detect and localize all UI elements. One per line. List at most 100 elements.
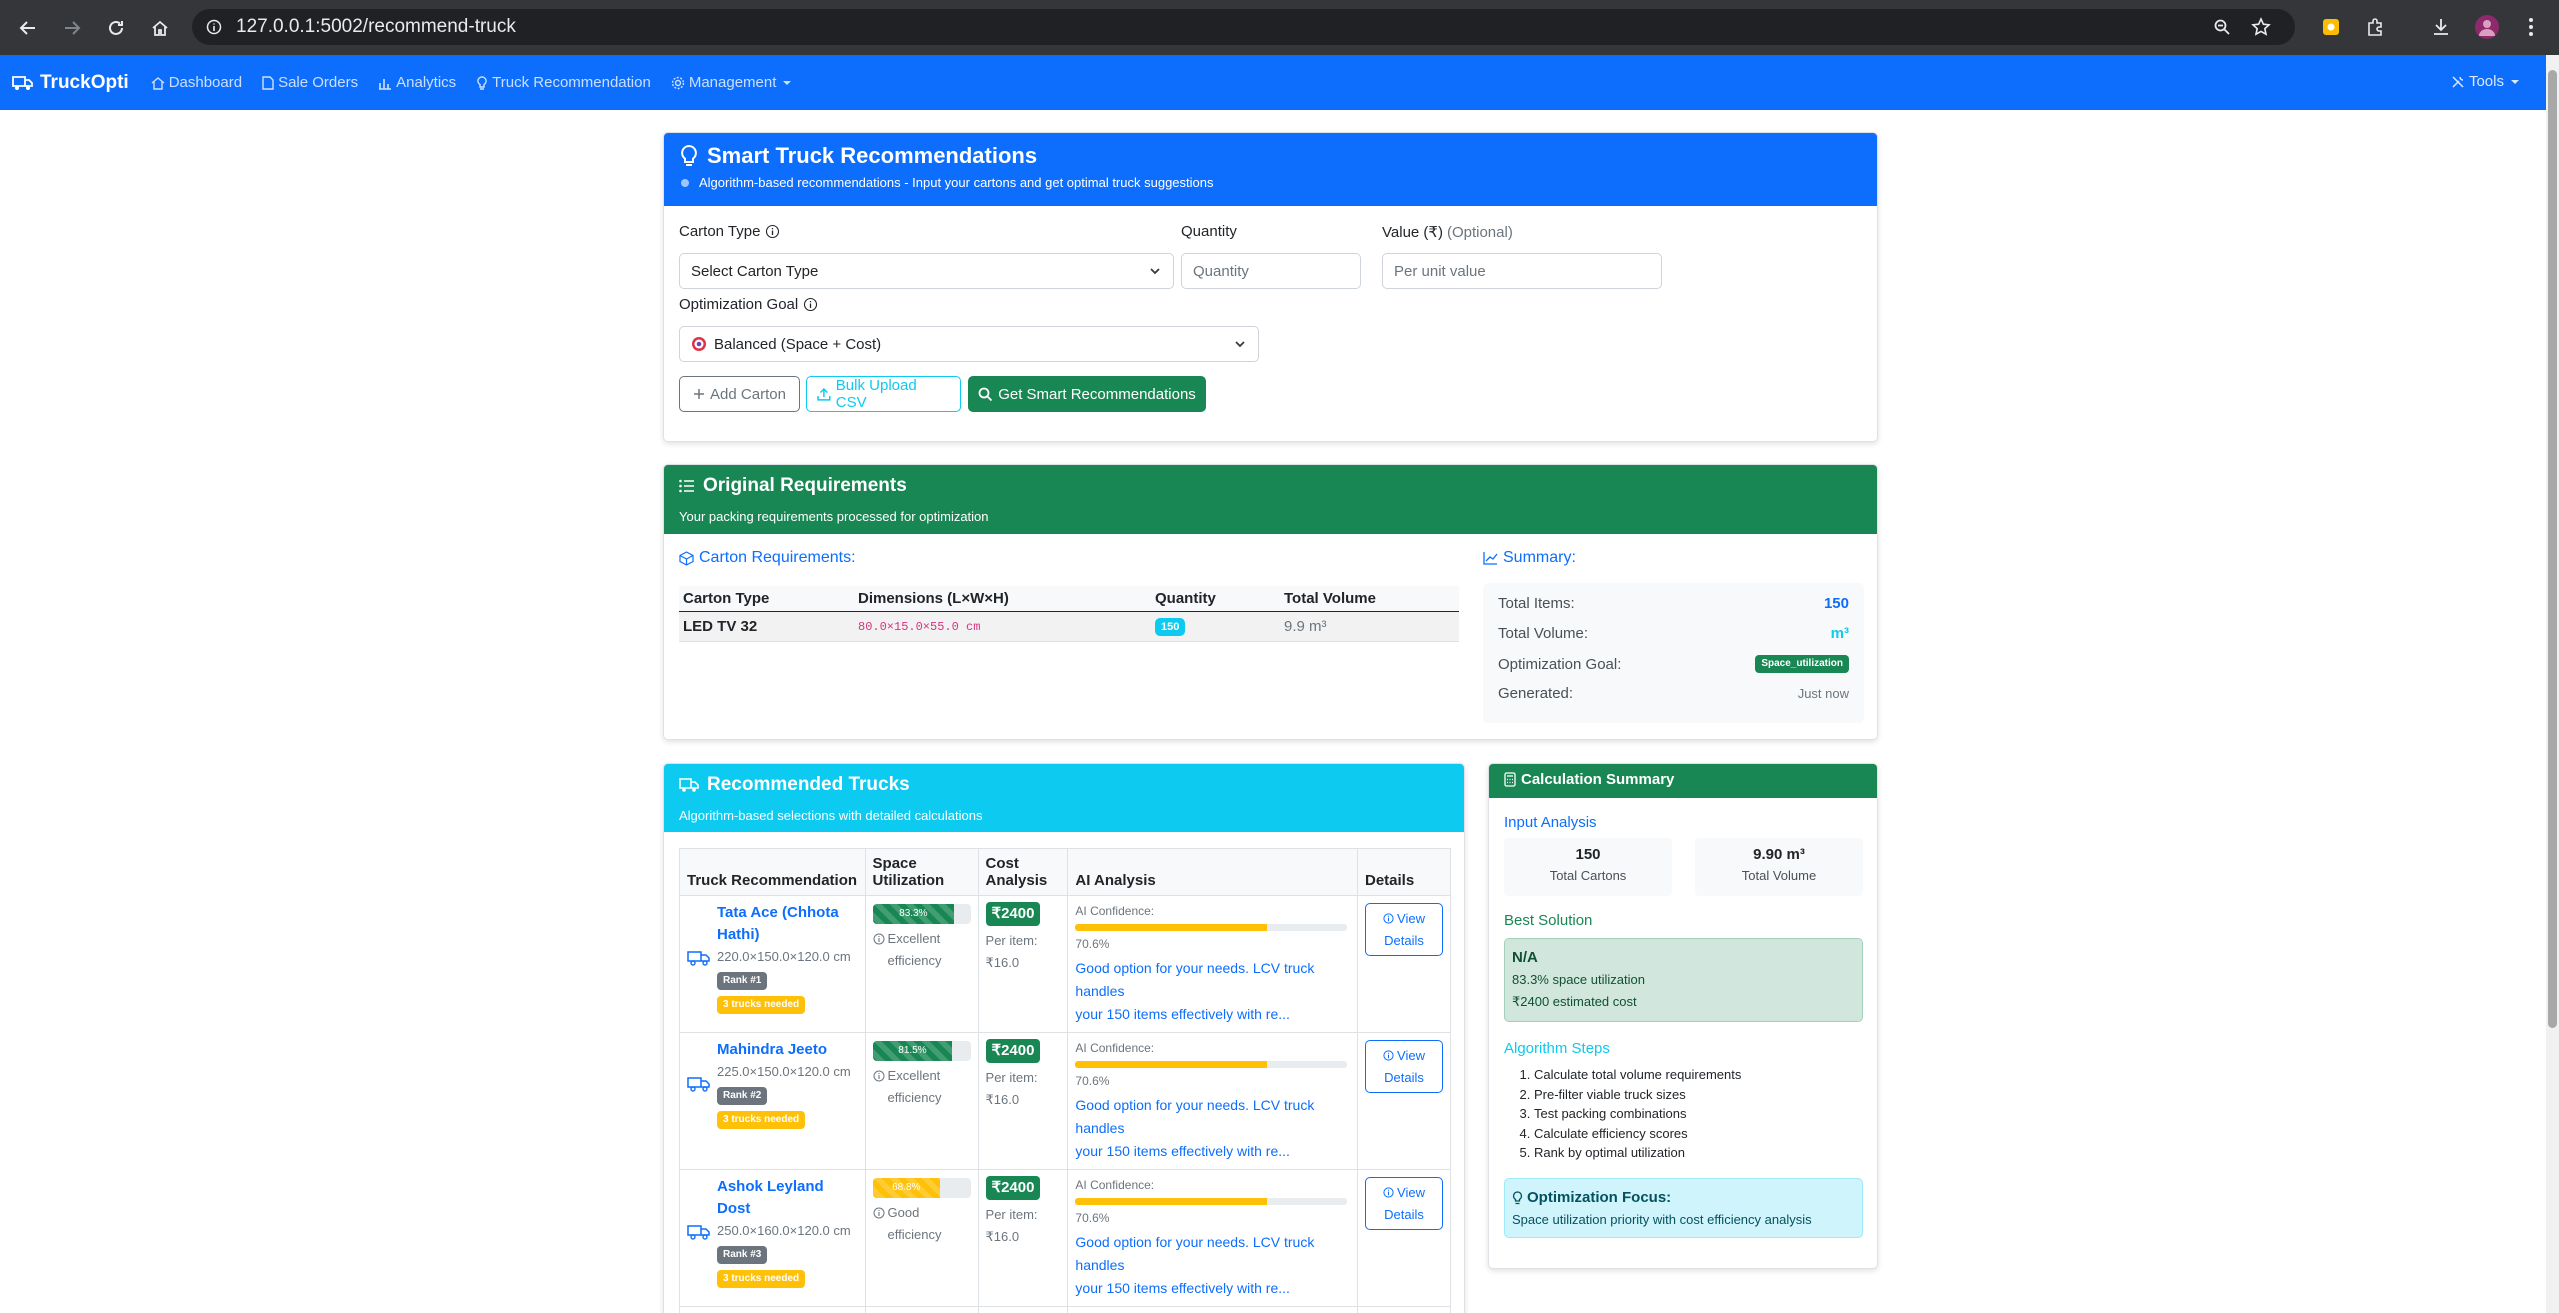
ai-confidence-value: 70.6% (1075, 937, 1110, 951)
truck-row: Mahindra Jeeto 225.0×150.0×120.0 cm Rank #… (679, 1032, 1451, 1170)
best-solution-alert: N/A 83.3% space utilization ₹2400 estima… (1504, 938, 1863, 1022)
calculation-summary-header: Calculation Summary (1489, 764, 1877, 798)
smart-title: Smart Truck Recommendations (707, 143, 1038, 168)
view-details-button[interactable]: View Details (1365, 903, 1443, 956)
truck-name[interactable]: Mahindra Jeeto (717, 1039, 851, 1061)
reload-icon[interactable] (100, 12, 132, 44)
info-icon (873, 933, 885, 945)
utilization-fill: 68.8% (872, 1178, 940, 1198)
details-cell: View Details (1357, 1169, 1451, 1307)
utilization-bar: 83.3% (872, 904, 971, 924)
truck-dimensions: 225.0×150.0×120.0 cm (717, 1064, 851, 1079)
ai-analysis-text[interactable]: Good option for your needs. LCV truck ha… (1075, 1231, 1350, 1300)
cost-badge: ₹2400 (985, 902, 1041, 926)
truck-icon (687, 951, 710, 966)
info-icon (1383, 913, 1394, 924)
smart-subtitle: Algorithm-based recommendations - Input … (699, 175, 1214, 190)
scrollbar-thumb[interactable] (2548, 70, 2557, 1028)
tools-label: Tools (2468, 73, 2504, 90)
plus-icon (694, 389, 705, 399)
cost-cell: ₹1500 (977, 1306, 1069, 1313)
dimensions-cell: 80.0×15.0×55.0 cm (854, 611, 1151, 642)
algorithm-step: Rank by optimal utilization (1534, 1143, 1863, 1163)
efficiency-label: Excellent (887, 1068, 941, 1083)
ai-confidence-bar (1075, 924, 1348, 931)
nav-management-dropdown[interactable]: Management (671, 74, 797, 91)
col-total-volume: Total Volume (1280, 586, 1459, 612)
bar-chart-icon (379, 78, 392, 90)
extension-icon[interactable] (2316, 12, 2346, 42)
input-analysis-title: Input Analysis (1504, 814, 1597, 831)
utilization-fill: 81.5% (872, 1041, 953, 1061)
carton-type-select[interactable]: Select Carton Type (679, 253, 1174, 289)
value-input[interactable]: Per unit value (1382, 253, 1662, 289)
info-icon (1383, 1050, 1394, 1061)
ai-analysis-text[interactable]: Good option for your needs. LCV truck ha… (1075, 1094, 1350, 1163)
truck-name[interactable]: Tata Ace (Chhota Hathi) (717, 902, 851, 946)
col-space-utilization: Space Utilization (864, 848, 979, 896)
recommended-trucks-table: Truck Recommendation Space Utilization Co… (679, 848, 1451, 1313)
col-truck-recommendation: Truck Recommendation (679, 848, 866, 896)
truck-name[interactable]: Ashok Leyland Dost (717, 1176, 851, 1220)
url-text: 127.0.0.1:5002/recommend-truck (236, 16, 516, 37)
quantity-input[interactable]: Quantity (1181, 253, 1361, 289)
download-icon[interactable] (2426, 12, 2456, 42)
extensions-puzzle-icon[interactable] (2360, 12, 2390, 42)
view-details-button[interactable]: View Details (1365, 1040, 1443, 1093)
ai-analysis-text[interactable]: Good option for your needs. LCV truck ha… (1075, 957, 1350, 1026)
nav-sale-orders-label: Sale Orders (278, 74, 359, 91)
truck-row: Ashok Leyland Dost 250.0×160.0×120.0 cm Ran… (679, 1169, 1451, 1307)
nav-analytics[interactable]: Analytics (378, 74, 456, 91)
ai-confidence-value: 70.6% (1075, 1074, 1110, 1088)
ai-confidence-bar (1075, 1061, 1348, 1068)
per-item-value: ₹16.0 (985, 1092, 1020, 1107)
zoom-icon[interactable] (2213, 18, 2231, 36)
get-smart-recommendations-button[interactable]: Get Smart Recommendations (968, 376, 1206, 412)
nav-sale-orders[interactable]: Sale Orders (262, 74, 358, 91)
info-icon (873, 1070, 885, 1082)
original-requirements-card: Original Requirements Your packing requi… (663, 464, 1878, 740)
browser-menu-icon[interactable] (2516, 12, 2546, 42)
truck-icon (687, 1077, 710, 1092)
brand-logo[interactable]: TruckOpti (12, 72, 129, 94)
col-dimensions: Dimensions (L×W×H) (854, 586, 1151, 612)
summary-total-items: Total Items: 150 (1498, 595, 1849, 612)
site-info-icon[interactable] (206, 19, 222, 35)
efficiency-label: Excellent (887, 931, 941, 946)
back-icon[interactable] (12, 12, 44, 44)
utilization-bar: 68.8% (872, 1178, 971, 1198)
home-icon[interactable] (144, 12, 176, 44)
ai-analysis-cell: AI Confidence: (1067, 1306, 1358, 1313)
algorithm-step: Test packing combinations (1534, 1104, 1863, 1124)
trucks-needed-badge: 3 trucks needed (717, 1270, 806, 1288)
forward-icon[interactable] (56, 12, 88, 44)
profile-avatar[interactable] (2472, 12, 2502, 42)
optimization-goal-select[interactable]: Balanced (Space + Cost) (679, 326, 1259, 362)
ai-analysis-cell: AI Confidence: 70.6% Good option for your … (1067, 1169, 1358, 1307)
carton-type-label: Carton Type (679, 223, 780, 240)
truck-icon (12, 75, 33, 90)
browser-toolbar: 127.0.0.1:5002/recommend-truck (0, 0, 2559, 55)
view-details-button[interactable]: View Details (1365, 1177, 1443, 1230)
best-solution-title: Best Solution (1504, 912, 1593, 929)
bookmark-star-icon[interactable] (2251, 17, 2271, 37)
info-icon (804, 297, 818, 312)
per-item-label: Per item: (985, 1207, 1038, 1222)
cost-badge: ₹2400 (985, 1039, 1041, 1063)
rank-badge: Rank #1 (717, 972, 768, 990)
summary-title: Summary: (1483, 549, 1576, 567)
total-volume-stat: 9.90 m³ Total Volume (1695, 838, 1863, 896)
focus-text: Space utilization priority with cost eff… (1512, 1212, 1812, 1227)
truck-cell: Ashok Leyland Dost 250.0×160.0×120.0 cm Ran… (679, 1169, 866, 1307)
nav-truck-recommendation[interactable]: Truck Recommendation (476, 74, 651, 91)
tools-dropdown[interactable]: Tools (2451, 73, 2520, 90)
truck-dimensions: 250.0×160.0×120.0 cm (717, 1223, 851, 1238)
total-items-value: 150 (1823, 595, 1849, 612)
add-carton-button[interactable]: Add Carton (679, 376, 800, 412)
utilization-cell: 60.6% (864, 1306, 979, 1313)
address-bar[interactable]: 127.0.0.1:5002/recommend-truck (192, 9, 2295, 45)
optimization-goal-value: Balanced (Space + Cost) (714, 335, 882, 353)
bulk-upload-csv-button[interactable]: Bulk Upload CSV (806, 376, 961, 412)
nav-dashboard[interactable]: Dashboard (151, 74, 242, 91)
line-chart-icon (1483, 552, 1498, 565)
